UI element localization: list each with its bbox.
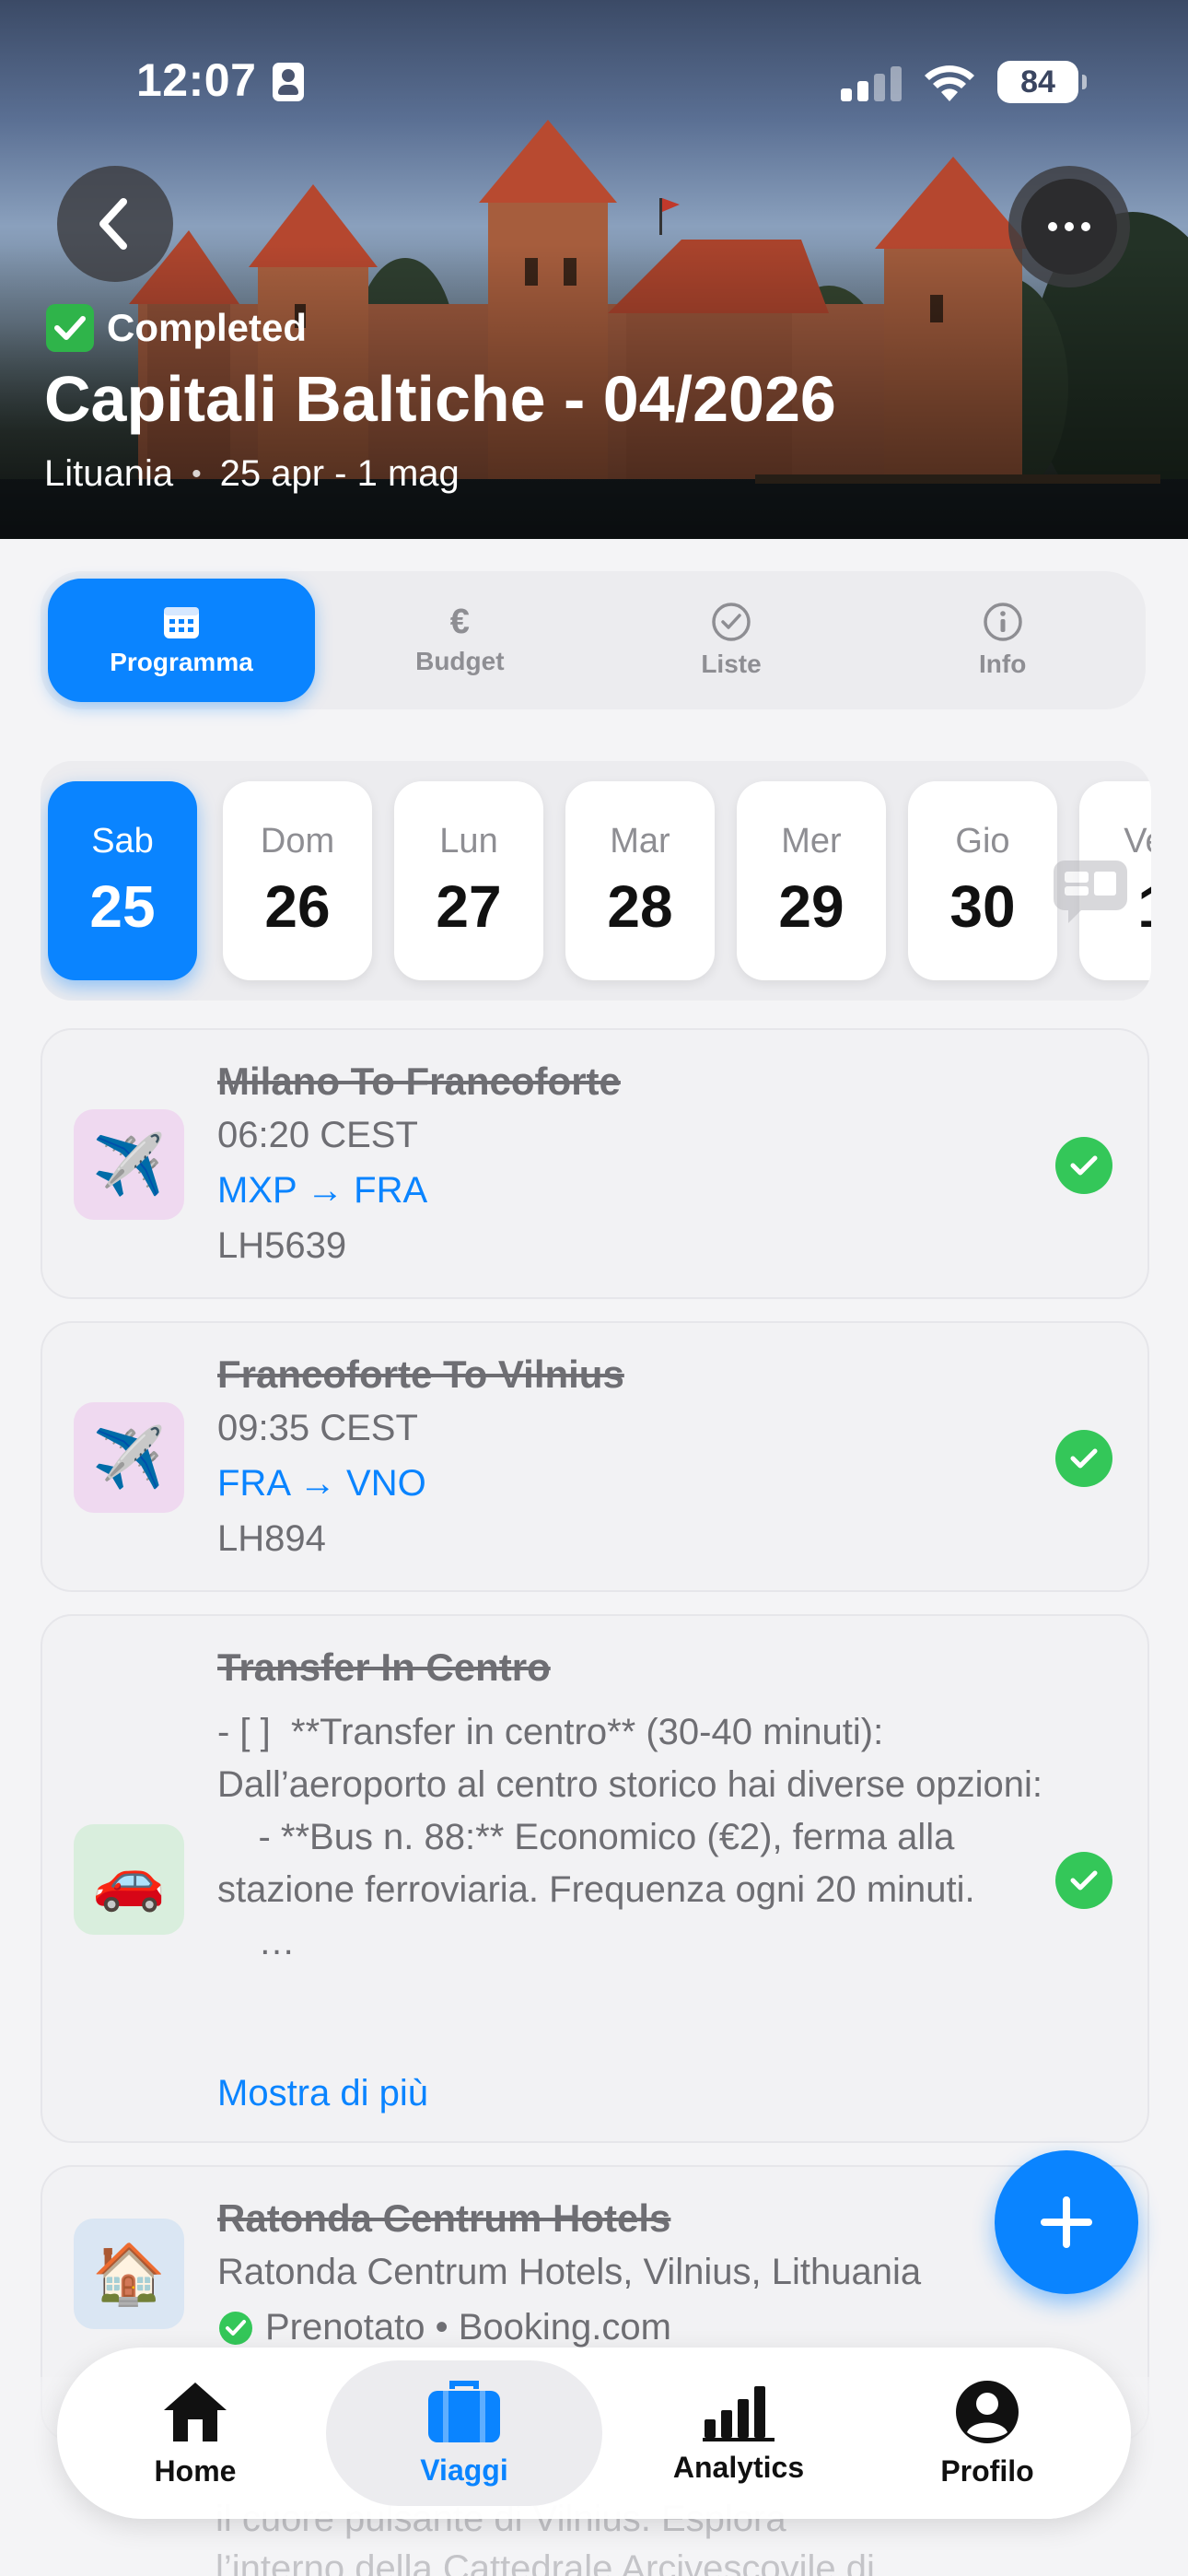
trip-status: Completed <box>46 304 307 352</box>
trip-subtitle: Lituania • 25 apr - 1 mag <box>44 453 460 495</box>
booking-status: Prenotato • Booking.com <box>217 2307 671 2348</box>
day-name: Gio <box>955 821 1010 861</box>
tab-label: Analytics <box>672 2450 805 2484</box>
separator-dot: • <box>192 458 202 489</box>
item-title: Ratonda Centrum Hotels <box>217 2196 671 2240</box>
house-icon: 🏠 <box>74 2219 184 2329</box>
day-name: Ven <box>1124 821 1151 861</box>
clock: 12:07 <box>136 54 257 106</box>
show-more-link[interactable]: Mostra di più <box>217 2073 428 2114</box>
profile-icon <box>956 2380 1019 2443</box>
day-number: 1 <box>1137 872 1151 941</box>
tab-viaggi[interactable]: Viaggi <box>326 2360 602 2506</box>
tab-budget[interactable]: € Budget <box>324 579 596 702</box>
chat-bubble-icon[interactable] <box>1050 857 1131 927</box>
airplane-icon: ✈️ <box>74 1109 184 1220</box>
tab-label: Programma <box>110 648 253 676</box>
itinerary-item-flight[interactable]: ✈️ Francoforte To Vilnius 09:35 CEST FRA… <box>41 1321 1149 1592</box>
day-number: 27 <box>436 872 502 940</box>
day-name: Mar <box>610 821 670 861</box>
itinerary-item-transfer[interactable]: 🚗 Transfer In Centro - [ ] **Transfer in… <box>41 1614 1149 2143</box>
cellular-signal-icon <box>841 64 905 101</box>
wifi-icon <box>925 65 974 101</box>
day-name: Mer <box>781 821 842 861</box>
item-flight-code: LH894 <box>217 1518 326 1559</box>
item-title: Milano To Francoforte <box>217 1060 621 1103</box>
add-item-button[interactable] <box>995 2150 1138 2294</box>
hidden-item-text: l’interno della Cattedrale Arcivescovile… <box>215 2548 875 2576</box>
item-route: MXP → FRA <box>217 1170 428 1211</box>
checkmark-icon <box>46 304 94 352</box>
item-description: - [ ] **Transfer in centro** (30-40 minu… <box>217 1712 1043 1962</box>
calendar-icon <box>164 607 199 638</box>
more-options-button[interactable] <box>1008 166 1130 287</box>
chevron-left-icon <box>99 198 127 250</box>
day-chip[interactable]: Lun 27 <box>394 781 543 980</box>
item-time: 09:35 CEST <box>217 1408 418 1448</box>
euro-icon: € <box>449 603 470 641</box>
airplane-icon: ✈️ <box>74 1402 184 1513</box>
ellipsis-icon <box>1021 179 1117 275</box>
bottom-tab-bar: Home Viaggi Analytics Profilo <box>57 2348 1131 2519</box>
status-label: Completed <box>107 306 308 349</box>
day-number: 25 <box>89 872 156 940</box>
tab-label: Liste <box>701 650 762 678</box>
item-title: Transfer In Centro <box>217 1645 551 1689</box>
section-tabs: Programma € Budget Liste Info <box>41 571 1146 709</box>
day-number: 28 <box>607 872 673 940</box>
item-title: Francoforte To Vilnius <box>217 1352 624 1396</box>
day-number: 30 <box>949 872 1016 940</box>
suitcase-icon <box>428 2380 500 2442</box>
car-icon: 🚗 <box>74 1824 184 1935</box>
day-chip[interactable]: Dom 26 <box>223 781 372 980</box>
tab-label: Info <box>979 650 1027 678</box>
trip-dates: 25 apr - 1 mag <box>219 453 460 494</box>
back-button[interactable] <box>57 166 173 282</box>
day-name: Dom <box>260 821 335 861</box>
item-route: FRA → VNO <box>217 1463 426 1504</box>
day-number: 29 <box>778 872 844 940</box>
battery-indicator: 84 <box>997 61 1087 103</box>
item-time: 06:20 CEST <box>217 1115 418 1155</box>
tab-liste[interactable]: Liste <box>596 579 868 702</box>
itinerary-item-flight[interactable]: ✈️ Milano To Francoforte 06:20 CEST MXP … <box>41 1028 1149 1299</box>
info-icon <box>983 603 1022 641</box>
day-chip-selected[interactable]: Sab 25 <box>48 781 197 980</box>
day-chip[interactable]: Mer 29 <box>737 781 886 980</box>
day-selector: Sab 25 Dom 26 Lun 27 Mar 28 Mer 29 Gio 3… <box>41 761 1151 1001</box>
day-number: 26 <box>264 872 331 940</box>
completed-check-icon[interactable] <box>1055 1430 1112 1487</box>
status-bar: 12:07 84 <box>0 44 1188 118</box>
day-chip[interactable]: Mar 28 <box>565 781 715 980</box>
home-icon <box>164 2382 227 2441</box>
completed-check-icon[interactable] <box>1055 1137 1112 1194</box>
day-name: Sab <box>91 821 154 861</box>
tab-label: Profilo <box>940 2453 1034 2488</box>
tab-info[interactable]: Info <box>867 579 1138 702</box>
day-name: Lun <box>439 821 498 861</box>
bar-chart-icon <box>703 2385 775 2441</box>
tab-programma[interactable]: Programma <box>48 579 315 702</box>
completed-check-icon[interactable] <box>1055 1852 1112 1909</box>
contact-card-icon <box>273 63 304 101</box>
tab-home[interactable]: Home <box>72 2360 319 2506</box>
item-flight-code: LH5639 <box>217 1225 347 1266</box>
trip-country: Lituania <box>44 453 174 494</box>
check-circle-icon <box>219 2311 252 2345</box>
tab-profilo[interactable]: Profilo <box>868 2360 1107 2506</box>
day-chip[interactable]: Gio 30 <box>908 781 1057 980</box>
tab-analytics[interactable]: Analytics <box>628 2360 849 2506</box>
booking-label: Prenotato • Booking.com <box>265 2307 671 2348</box>
item-address: Ratonda Centrum Hotels, Vilnius, Lithuan… <box>217 2252 922 2292</box>
tab-label: Viaggi <box>420 2453 508 2487</box>
page-title: Capitali Baltiche - 04/2026 <box>44 363 836 435</box>
tab-label: Budget <box>415 647 505 675</box>
checkmark-circle-icon <box>712 603 751 641</box>
plus-icon <box>1041 2196 1092 2248</box>
tab-label: Home <box>154 2453 237 2488</box>
